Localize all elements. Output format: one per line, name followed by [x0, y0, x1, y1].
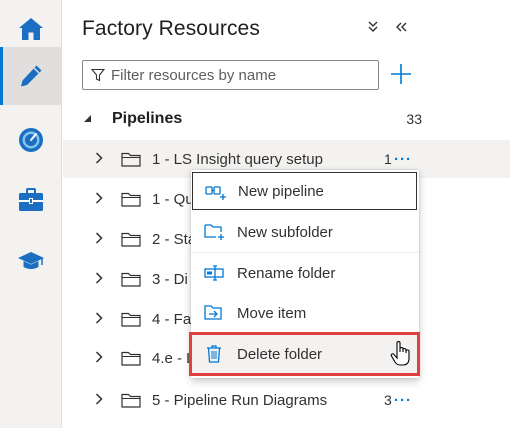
panel-title: Factory Resources	[82, 17, 260, 40]
folder-icon	[121, 312, 141, 327]
rail-item-author[interactable]	[0, 47, 62, 105]
plus-icon	[391, 64, 411, 84]
folder-name: 1 - Qu	[152, 190, 194, 208]
chevron-right-icon[interactable]	[95, 231, 105, 247]
folder-icon	[121, 152, 141, 167]
rail-item-monitor[interactable]	[0, 111, 62, 169]
toolbox-icon	[19, 188, 43, 211]
rail-item-learning[interactable]	[0, 231, 62, 289]
pipelines-section-header[interactable]: Pipelines 33	[82, 104, 422, 134]
hand-cursor-icon	[390, 341, 410, 366]
trash-icon	[207, 345, 221, 363]
menu-item-new-subfolder[interactable]: New subfolder	[192, 213, 417, 251]
folder-row[interactable]: 5 - Pipeline Run Diagrams 3 ···	[63, 381, 510, 419]
more-options-icon[interactable]: ···	[394, 151, 412, 168]
filter-funnel-icon	[91, 68, 105, 82]
pencil-icon	[21, 65, 42, 87]
chevron-double-down-icon	[368, 21, 378, 32]
chevron-double-left-icon	[396, 22, 407, 32]
menu-item-label: New subfolder	[237, 223, 333, 241]
expanded-caret-icon	[82, 113, 96, 126]
folder-name: 4.e - L	[152, 349, 195, 367]
menu-separator	[191, 252, 419, 253]
menu-item-move-item[interactable]: Move item	[192, 294, 417, 332]
folder-name: 4 - Fa	[152, 310, 192, 328]
menu-item-rename-folder[interactable]: Rename folder	[192, 254, 417, 292]
menu-item-label: Move item	[237, 304, 307, 322]
menu-item-label: Delete folder	[237, 345, 323, 363]
section-label: Pipelines	[112, 110, 183, 127]
chevron-right-icon[interactable]	[95, 350, 105, 366]
folder-context-menu: New pipeline New subfolder Rename folder…	[189, 170, 420, 378]
graduation-cap-icon	[18, 252, 44, 269]
menu-item-label: New pipeline	[238, 182, 324, 200]
folder-icon	[121, 393, 141, 408]
filter-resources-input[interactable]	[111, 66, 371, 84]
menu-item-new-pipeline[interactable]: New pipeline	[192, 172, 417, 210]
filter-resources-box[interactable]	[82, 60, 379, 90]
folder-count: 1	[384, 151, 392, 167]
folder-icon	[121, 272, 141, 287]
chevron-right-icon[interactable]	[95, 151, 105, 167]
menu-item-delete-folder[interactable]: Delete folder	[189, 332, 420, 376]
new-subfolder-icon	[204, 224, 224, 240]
more-options-icon[interactable]: ···	[394, 392, 412, 409]
home-icon	[19, 18, 43, 40]
folder-icon	[121, 192, 141, 207]
menu-item-label: Rename folder	[237, 264, 336, 282]
chevron-right-icon[interactable]	[95, 271, 105, 287]
chevron-right-icon[interactable]	[95, 311, 105, 327]
new-pipeline-icon	[205, 186, 226, 200]
folder-name: 5 - Pipeline Run Diagrams	[152, 391, 328, 409]
folder-name: 3 - Di	[152, 270, 188, 288]
collapse-all-button[interactable]	[363, 17, 383, 37]
folder-count: 3	[384, 392, 392, 408]
hide-panel-button[interactable]	[391, 17, 411, 37]
add-resource-button[interactable]	[389, 60, 413, 88]
section-count: 33	[406, 111, 422, 127]
folder-name: 2 - Sta	[152, 230, 197, 248]
rail-item-manage[interactable]	[0, 171, 62, 229]
left-nav-rail	[0, 0, 62, 428]
move-item-icon	[204, 305, 222, 320]
chevron-right-icon[interactable]	[95, 392, 105, 408]
monitor-gauge-icon	[19, 128, 43, 152]
folder-icon	[121, 232, 141, 247]
menu-separator	[191, 333, 419, 334]
folder-icon	[121, 351, 141, 366]
chevron-right-icon[interactable]	[95, 191, 105, 207]
rename-icon	[204, 265, 224, 281]
folder-name: 1 - LS Insight query setup	[152, 150, 323, 168]
